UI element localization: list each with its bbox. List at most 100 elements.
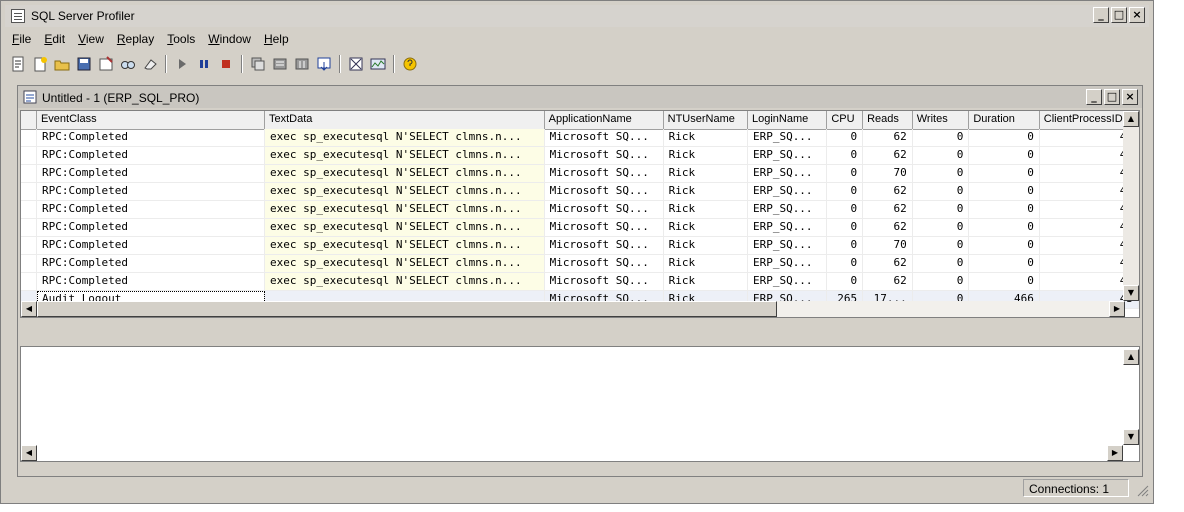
menu-edit[interactable]: Edit <box>37 29 71 49</box>
column-header-reads[interactable]: Reads <box>863 111 913 129</box>
cell-loginname: ERP_SQ... <box>747 237 828 255</box>
table-row[interactable]: RPC:Completed exec sp_executesql N'SELECT… <box>21 147 1139 165</box>
scroll-up-arrow[interactable]: ▲ <box>1123 111 1139 127</box>
cell-duration: 0 <box>969 237 1040 255</box>
row-gutter <box>21 219 37 237</box>
detail-scroll-right-arrow[interactable]: ▶ <box>1107 445 1123 461</box>
trace-close-button[interactable]: × <box>1122 89 1138 105</box>
cell-reads: 70 <box>863 237 913 255</box>
open-icon[interactable] <box>51 53 73 75</box>
table-row[interactable]: RPC:Completed exec sp_executesql N'SELECT… <box>21 129 1139 147</box>
new-template-icon[interactable] <box>29 53 51 75</box>
cell-reads: 62 <box>863 147 913 165</box>
help-icon[interactable] <box>399 53 421 75</box>
trace-maximize-button[interactable]: □ <box>1104 89 1120 105</box>
menu-window[interactable]: Window <box>201 29 257 49</box>
grid-horizontal-scrollbar[interactable]: ◀ ▶ <box>21 301 1125 317</box>
cell-reads: 62 <box>863 255 913 273</box>
cell-eventclass: RPC:Completed <box>36 255 265 273</box>
cell-applicationname: Microsoft SQ... <box>544 255 664 273</box>
table-row[interactable]: RPC:Completed exec sp_executesql N'SELECT… <box>21 273 1139 291</box>
menu-bar: File Edit View Replay Tools Window Help <box>5 29 295 49</box>
auto-scroll-icon[interactable] <box>247 53 269 75</box>
clear-icon[interactable] <box>139 53 161 75</box>
trace-status-strip <box>20 464 1140 474</box>
scroll-left-arrow[interactable]: ◀ <box>21 301 37 317</box>
connections-status: Connections: 1 <box>1023 479 1129 497</box>
cell-reads: 62 <box>863 129 913 147</box>
cell-reads: 70 <box>863 165 913 183</box>
grid-horizontal-scroll-thumb[interactable] <box>37 301 777 317</box>
group-icon[interactable] <box>291 53 313 75</box>
sequence-icon[interactable] <box>269 53 291 75</box>
column-header-ntusername[interactable]: NTUserName <box>664 111 748 129</box>
cell-ntusername: Rick <box>663 165 748 183</box>
column-header-writes[interactable]: Writes <box>913 111 970 129</box>
menu-file[interactable]: File <box>5 29 37 49</box>
stop-icon[interactable] <box>215 53 237 75</box>
table-row[interactable]: RPC:Completed exec sp_executesql N'SELECT… <box>21 255 1139 273</box>
column-header-applicationname[interactable]: ApplicationName <box>545 111 664 129</box>
cell-applicationname: Microsoft SQ... <box>544 147 664 165</box>
cell-duration: 0 <box>969 219 1040 237</box>
row-gutter <box>21 129 37 147</box>
text-detail-pane[interactable]: ▲ ▼ ◀ ▶ <box>20 346 1140 462</box>
cell-reads: 62 <box>863 183 913 201</box>
start-icon[interactable] <box>171 53 193 75</box>
save-icon[interactable] <box>73 53 95 75</box>
cell-ntusername: Rick <box>663 255 748 273</box>
maximize-button[interactable]: □ <box>1111 7 1127 23</box>
trace-minimize-button[interactable]: _ <box>1086 89 1102 105</box>
detail-scroll-down-arrow[interactable]: ▼ <box>1123 429 1139 445</box>
new-trace-icon[interactable] <box>7 53 29 75</box>
column-header-duration[interactable]: Duration <box>969 111 1040 129</box>
properties-icon[interactable] <box>95 53 117 75</box>
title-bar[interactable]: SQL Server Profiler _ □ × <box>5 5 1149 27</box>
cell-applicationname: Microsoft SQ... <box>544 183 664 201</box>
resize-grip-icon[interactable] <box>1135 483 1149 497</box>
table-row[interactable]: RPC:Completed exec sp_executesql N'SELECT… <box>21 237 1139 255</box>
table-row[interactable]: RPC:Completed exec sp_executesql N'SELECT… <box>21 183 1139 201</box>
pane-splitter[interactable] <box>20 320 1140 344</box>
toolbar-separator <box>393 55 395 73</box>
find-icon[interactable] <box>117 53 139 75</box>
minimize-button[interactable]: _ <box>1093 7 1109 23</box>
cell-writes: 0 <box>912 237 970 255</box>
column-header-loginname[interactable]: LoginName <box>748 111 828 129</box>
scroll-down-arrow[interactable]: ▼ <box>1123 285 1139 301</box>
toolbar <box>7 52 421 76</box>
perfmon-icon[interactable] <box>345 53 367 75</box>
column-header-textdata[interactable]: TextData <box>265 111 545 129</box>
cell-cpu: 0 <box>827 147 864 165</box>
cell-ntusername: Rick <box>663 183 748 201</box>
table-row[interactable]: RPC:Completed exec sp_executesql N'SELECT… <box>21 201 1139 219</box>
pause-icon[interactable] <box>193 53 215 75</box>
chart-icon[interactable] <box>367 53 389 75</box>
menu-view[interactable]: View <box>71 29 110 49</box>
row-gutter <box>21 273 37 291</box>
scroll-right-arrow[interactable]: ▶ <box>1109 301 1125 317</box>
grid-vertical-scrollbar[interactable]: ▲ ▼ <box>1123 111 1139 301</box>
column-header-cpu[interactable]: CPU <box>827 111 864 129</box>
cell-textdata: exec sp_executesql N'SELECT clmns.n... <box>265 237 545 255</box>
trace-window: Untitled - 1 (ERP_SQL_PRO) _ □ × EventCl… <box>17 85 1143 477</box>
cell-eventclass: RPC:Completed <box>36 237 265 255</box>
cell-ntusername: Rick <box>663 237 748 255</box>
cell-eventclass: RPC:Completed <box>36 129 265 147</box>
row-gutter <box>21 201 37 219</box>
scroll-icon[interactable] <box>313 53 335 75</box>
cell-textdata: exec sp_executesql N'SELECT clmns.n... <box>265 255 545 273</box>
menu-help[interactable]: Help <box>257 29 295 49</box>
cell-applicationname: Microsoft SQ... <box>544 201 664 219</box>
table-row[interactable]: RPC:Completed exec sp_executesql N'SELECT… <box>21 165 1139 183</box>
detail-scroll-up-arrow[interactable]: ▲ <box>1123 349 1139 365</box>
menu-tools[interactable]: Tools <box>160 29 201 49</box>
cell-loginname: ERP_SQ... <box>747 219 828 237</box>
column-header-eventclass[interactable]: EventClass <box>37 111 265 129</box>
cell-applicationname: Microsoft SQ... <box>544 165 664 183</box>
trace-window-title-bar[interactable]: Untitled - 1 (ERP_SQL_PRO) _ □ × <box>18 86 1142 108</box>
table-row[interactable]: RPC:Completed exec sp_executesql N'SELECT… <box>21 219 1139 237</box>
detail-scroll-left-arrow[interactable]: ◀ <box>21 445 37 461</box>
close-button[interactable]: × <box>1129 7 1145 23</box>
menu-replay[interactable]: Replay <box>110 29 160 49</box>
